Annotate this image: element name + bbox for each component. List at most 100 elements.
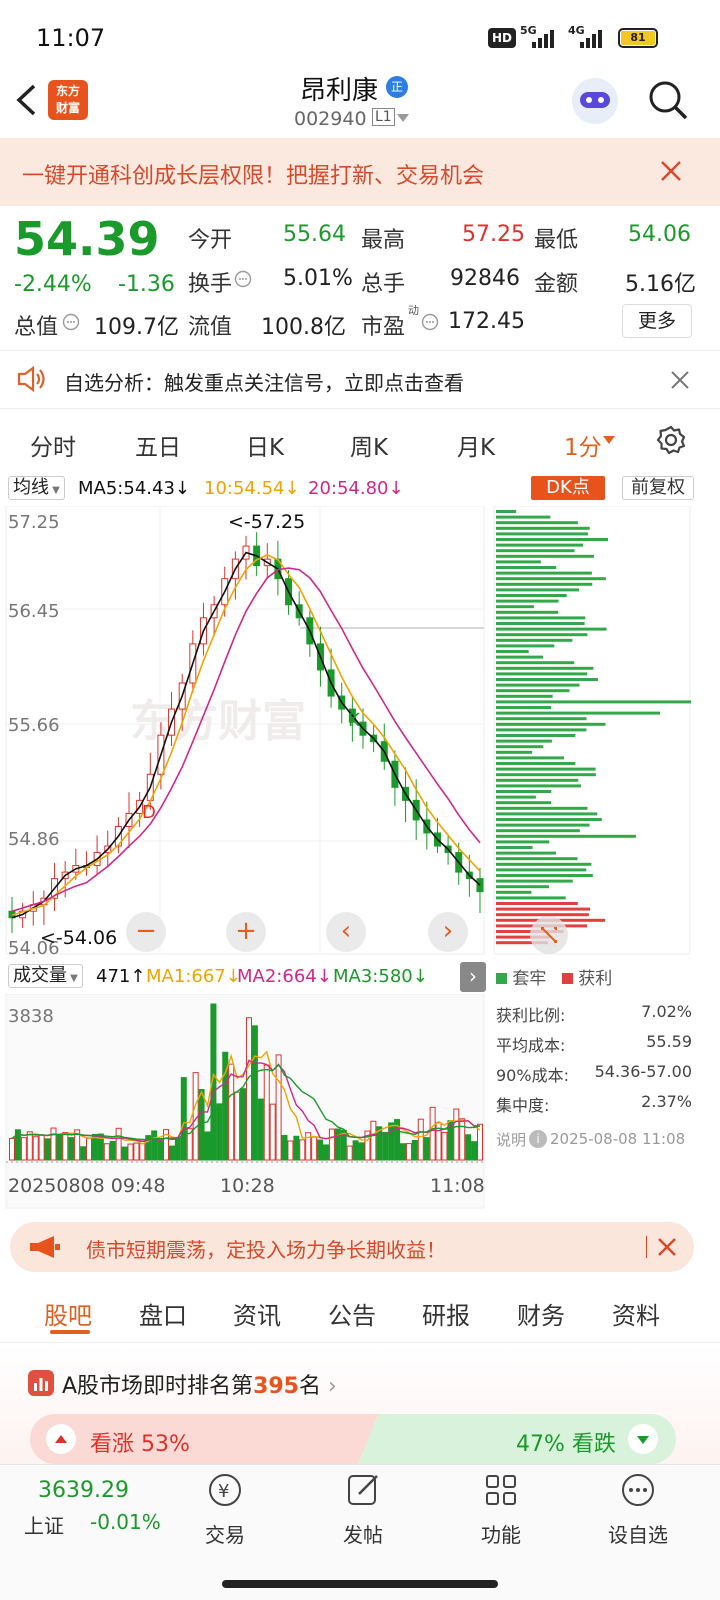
vol-ma2: MA2:664↓ [237, 966, 332, 987]
chip-bar [496, 666, 594, 670]
volume-bar [453, 1108, 460, 1161]
tab-1min[interactable]: 1分 [564, 428, 602, 462]
ma-type-select[interactable]: 均线 ▼ [8, 476, 65, 500]
change-amount: -1.36 [118, 272, 175, 297]
expand-icon [541, 927, 557, 943]
tab-profile[interactable]: 资料 [612, 1296, 660, 1331]
close-icon[interactable] [660, 160, 682, 182]
chip-bar [496, 661, 575, 665]
chip-bar [496, 818, 602, 821]
candlestick-chart[interactable]: 东方财富 57.25 56.45 55.66 54.86 54.06 <-57.… [0, 506, 490, 956]
chip-bar [496, 879, 573, 883]
note-time: 2025-08-08 11:08 [550, 1130, 686, 1148]
stat-value: 54.36-57.00 [594, 1062, 692, 1081]
nav-post[interactable]: 发帖 [328, 1470, 398, 1548]
chip-bar [496, 823, 590, 827]
chip-bar [496, 543, 584, 547]
low-label: 最低 [534, 228, 579, 253]
volume-bar [32, 1136, 39, 1161]
chip-note[interactable]: 说明 i 2025-08-08 11:08 [496, 1122, 692, 1156]
promo-banner[interactable]: 一键开通科创成长层权限！把握打新、交易机会 [0, 138, 720, 206]
analysis-close-icon[interactable] [670, 370, 690, 390]
tab-pankou[interactable]: 盘口 [139, 1296, 187, 1331]
ranking-number: 395 [253, 1374, 299, 1399]
chip-stat-row: 平均成本: 55.59 [496, 1032, 692, 1062]
volume-bar [263, 1064, 270, 1161]
app-logo[interactable]: 东方 财富 [48, 80, 88, 120]
chip-legend: 套牢 获利 [496, 964, 696, 989]
volume-type-select[interactable]: 成交量 ▼ [8, 964, 83, 988]
badge-icon: 正 [386, 76, 408, 98]
dk-point-button[interactable]: DK点 [531, 476, 605, 500]
chip-bar [496, 554, 594, 558]
quote-panel: 54.39 -2.44% -1.36 今开 55.64 最高 57.25 最低 … [0, 206, 720, 348]
volume-bar [423, 1137, 430, 1161]
trade-icon: ¥ [209, 1474, 241, 1506]
chip-bar [496, 834, 636, 838]
level-dropdown-icon[interactable] [397, 114, 409, 124]
tab-weekly-k[interactable]: 周K [350, 428, 388, 462]
index-name[interactable]: 上证 [24, 1510, 64, 1539]
chip-bar [496, 549, 575, 553]
back-icon[interactable] [14, 82, 38, 118]
avatar-robot-icon[interactable] [572, 78, 618, 124]
volume-bar [358, 1142, 365, 1161]
time-mid: 10:28 [220, 1175, 275, 1197]
adjust-button[interactable]: 前复权 [622, 476, 694, 500]
tab-dropdown-icon[interactable] [603, 436, 615, 446]
zoom-out-button[interactable]: − [126, 912, 166, 952]
volume-bar [346, 1145, 353, 1161]
more-button[interactable]: 更多 [622, 304, 692, 338]
expand-chip-button[interactable] [530, 916, 568, 954]
volume-bar [20, 1137, 27, 1161]
k-marker: K [348, 710, 361, 731]
tab-announce[interactable]: 公告 [328, 1296, 376, 1331]
volume-chart[interactable]: 3838 20250808 09:48 10:28 11:08 [0, 994, 490, 1212]
volume-bar [245, 1017, 252, 1161]
volume-bar [441, 1131, 448, 1161]
volume-bar [62, 1132, 69, 1161]
chip-distribution-chart[interactable] [492, 506, 692, 956]
tab-intraday[interactable]: 分时 [30, 428, 76, 462]
chip-bar [496, 840, 550, 844]
search-icon[interactable] [646, 78, 690, 122]
nav-trade[interactable]: ¥ 交易 [190, 1470, 260, 1548]
tab-five-day[interactable]: 五日 [135, 428, 181, 462]
chip-bar [496, 739, 552, 743]
chip-bar [496, 577, 606, 581]
nav-favorite[interactable]: 设自选 [600, 1470, 676, 1548]
tab-guba[interactable]: 股吧 [44, 1296, 92, 1331]
analysis-bar[interactable]: 自选分析：触发重点关注信号，立即点击查看 [0, 352, 720, 408]
tab-research[interactable]: 研报 [422, 1296, 470, 1331]
volume-bar [465, 1134, 472, 1161]
settings-gear-icon[interactable] [655, 424, 687, 456]
volume-bar [251, 1025, 258, 1161]
ad-close-icon[interactable] [656, 1236, 678, 1258]
tab-finance[interactable]: 财务 [517, 1296, 565, 1331]
expand-panel-icon[interactable]: › [460, 962, 486, 992]
volume-bar [269, 1103, 276, 1161]
ranking-text[interactable]: A股市场即时排名第395名 › [62, 1368, 337, 1400]
volume-bar [80, 1146, 87, 1161]
ad-banner[interactable]: 债市短期震荡，定投入场力争长期收益！ [10, 1222, 694, 1272]
scroll-right-button[interactable]: › [428, 912, 468, 952]
zoom-in-button[interactable]: + [226, 912, 266, 952]
volume-bar [275, 1054, 282, 1161]
pe-info-icon[interactable] [421, 313, 439, 331]
bear-bar[interactable]: 47% 看跌 [358, 1414, 676, 1464]
mcap-info-icon[interactable] [62, 313, 80, 331]
volume-bar [334, 1128, 341, 1161]
level-badge[interactable]: L1 [372, 108, 395, 126]
scroll-left-button[interactable]: ‹ [326, 912, 366, 952]
function-grid-icon [486, 1475, 516, 1505]
volume-bar [151, 1130, 158, 1161]
tab-monthly-k[interactable]: 月K [457, 428, 495, 462]
chip-stat-row: 集中度: 2.37% [496, 1092, 692, 1122]
info-icon[interactable] [234, 270, 252, 288]
tab-daily-k[interactable]: 日K [246, 428, 284, 462]
bull-bar[interactable]: 看涨 53% [30, 1414, 378, 1464]
high-value: 57.25 [462, 222, 525, 247]
index-value[interactable]: 3639.29 [38, 1478, 129, 1503]
tab-news[interactable]: 资讯 [233, 1296, 281, 1331]
nav-function[interactable]: 功能 [466, 1470, 536, 1548]
